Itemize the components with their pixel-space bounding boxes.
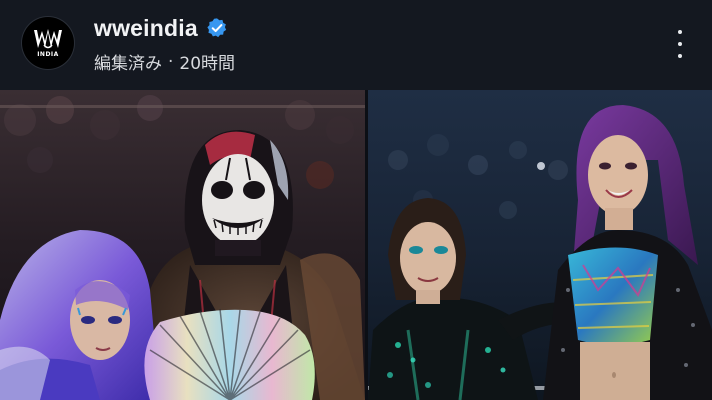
avatar-logo-text: INDIA (37, 51, 59, 58)
photo-left (0, 90, 365, 400)
post-header: INDIA wweindia 編集済み · 20時間 (0, 0, 712, 90)
post-media[interactable] (0, 90, 712, 400)
photo-right (368, 90, 712, 400)
post-meta: 編集済み · 20時間 (94, 49, 236, 75)
instagram-post: INDIA wweindia 編集済み · 20時間 (0, 0, 712, 400)
more-vertical-icon (678, 30, 682, 34)
more-options-button[interactable] (670, 26, 690, 62)
edited-status: 編集済み (94, 54, 162, 74)
account-username[interactable]: wweindia (94, 15, 198, 42)
wrestlers-photo-left (0, 90, 365, 400)
account-avatar[interactable]: INDIA (22, 17, 74, 69)
post-time-ago: 20時間 (179, 54, 236, 74)
wwe-logo-icon (34, 29, 62, 49)
username-row: wweindia (94, 14, 228, 42)
verified-badge-icon (207, 18, 227, 38)
wrestlers-photo-right (368, 90, 712, 400)
meta-separator: · (168, 51, 174, 72)
